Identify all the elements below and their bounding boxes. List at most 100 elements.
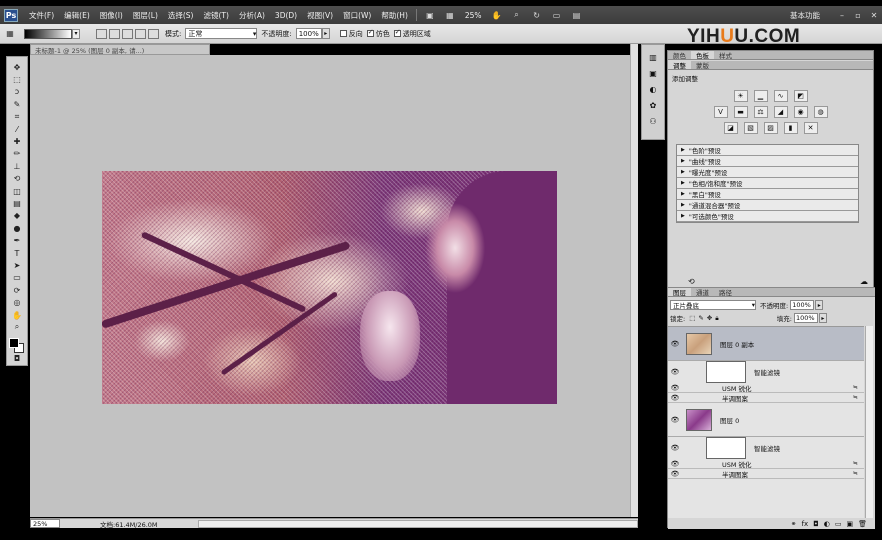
gradient-map-icon[interactable]: ▮ <box>783 122 798 134</box>
menu-view[interactable]: 视图(V) <box>302 10 338 21</box>
gradient-tool-icon[interactable]: ▦ <box>3 28 17 40</box>
filter-options-icon[interactable]: ≒ <box>853 384 858 391</box>
smart-filters-row[interactable]: 👁︎ 智能滤镜 <box>668 361 864 383</box>
preset-selective-color[interactable]: ▶ "可选颜色"预设 <box>677 211 858 222</box>
tab-paths[interactable]: 路径 <box>714 288 737 297</box>
eye-icon[interactable]: 👁︎ <box>668 394 682 402</box>
preset-channel-mixer[interactable]: ▶ "通道混合器"预设 <box>677 200 858 211</box>
tab-adjustments[interactable]: 调整 <box>668 61 691 70</box>
preset-black-white[interactable]: ▶ "黑白"预设 <box>677 189 858 200</box>
menu-edit[interactable]: 编辑(E) <box>59 10 95 21</box>
horizontal-scrollbar[interactable] <box>197 519 638 528</box>
navigator-panel-icon[interactable]: ▣ <box>646 67 660 79</box>
diamond-gradient-button[interactable] <box>148 28 159 39</box>
linear-gradient-button[interactable] <box>96 28 107 39</box>
preset-curves[interactable]: ▶ "曲线"预设 <box>677 156 858 167</box>
opacity-input[interactable]: 100% <box>295 28 322 39</box>
layer-style-icon[interactable]: fx <box>802 520 809 530</box>
preset-exposure[interactable]: ▶ "曝光度"预设 <box>677 167 858 178</box>
maximize-icon[interactable]: ▫ <box>852 10 864 21</box>
vertical-scrollbar[interactable] <box>630 44 638 517</box>
eye-icon[interactable]: 👁︎ <box>668 384 682 392</box>
screen-mode-icon[interactable]: ▭ <box>550 9 564 21</box>
opacity-arrow[interactable]: ▸ <box>321 28 330 39</box>
gradient-picker-arrow[interactable]: ▾ <box>72 28 80 39</box>
hue-saturation-icon[interactable]: ▬ <box>733 106 748 118</box>
new-layer-icon[interactable]: ▣ <box>846 520 853 530</box>
channel-mixer-icon[interactable]: ◍ <box>813 106 828 118</box>
threshold-icon[interactable]: ▨ <box>763 122 778 134</box>
clone-stamp-tool-icon[interactable]: ⊥ <box>10 161 24 171</box>
quick-mask-icon[interactable]: ◘ <box>10 354 24 364</box>
transparency-checkbox[interactable] <box>393 28 401 37</box>
layers-scrollbar[interactable] <box>865 326 873 518</box>
eye-icon[interactable]: 👁︎ <box>668 470 682 478</box>
eye-icon[interactable]: 👁︎ <box>668 368 682 376</box>
invert-icon[interactable]: ◪ <box>723 122 738 134</box>
filter-row[interactable]: 👁︎ 半调图案 ≒ <box>668 469 864 479</box>
tab-masks[interactable]: 蒙版 <box>691 61 714 70</box>
blur-tool-icon[interactable]: ◆ <box>10 211 24 221</box>
filter-row[interactable]: 👁︎ USM 锐化 ≒ <box>668 383 864 393</box>
lock-move-icon[interactable]: ✥ <box>707 314 712 322</box>
brightness-contrast-icon[interactable]: ☀ <box>733 90 748 102</box>
gradient-tool-button-icon[interactable]: ▤ <box>10 198 24 208</box>
color-swatches[interactable] <box>9 337 25 353</box>
3d-panel-icon[interactable]: ◐ <box>646 83 660 95</box>
vibrance-icon[interactable]: V <box>713 106 728 118</box>
photo-filter-icon[interactable]: ◉ <box>793 106 808 118</box>
eraser-tool-icon[interactable]: ◫ <box>10 186 24 196</box>
type-tool-icon[interactable]: T <box>10 248 24 258</box>
3d-rotate-tool-icon[interactable]: ⟳ <box>10 285 24 295</box>
radial-gradient-button[interactable] <box>109 28 120 39</box>
arrange-icon[interactable]: ▦ <box>443 9 457 21</box>
document-tab[interactable]: 未标题-1 @ 25% (图层 0 副本, 请...) <box>30 44 210 55</box>
lock-brush-icon[interactable]: ✎ <box>698 314 703 322</box>
eyedropper-tool-icon[interactable]: ⁄ <box>10 124 24 134</box>
eye-icon[interactable]: 👁︎ <box>668 340 682 348</box>
pen-tool-icon[interactable]: ✒ <box>10 235 24 245</box>
minimize-icon[interactable]: – <box>836 10 848 21</box>
preset-levels[interactable]: ▶ "色阶"预设 <box>677 145 858 156</box>
exposure-icon[interactable]: ◩ <box>793 90 808 102</box>
add-mask-icon[interactable]: ◘ <box>813 520 819 530</box>
foreground-color-swatch[interactable] <box>9 337 19 348</box>
color-balance-icon[interactable]: ⚖ <box>753 106 768 118</box>
bridge-icon[interactable]: ▣ <box>423 9 437 21</box>
layer-row[interactable]: 👁︎ 图层 0 副本 <box>668 327 864 361</box>
menu-3d[interactable]: 3D(D) <box>270 11 302 20</box>
lasso-tool-icon[interactable]: ↄ <box>10 87 24 97</box>
eye-icon[interactable]: 👁︎ <box>668 444 682 452</box>
path-select-tool-icon[interactable]: ➤ <box>10 260 24 270</box>
quick-select-tool-icon[interactable]: ✎ <box>10 99 24 109</box>
shape-tool-icon[interactable]: ▭ <box>10 273 24 283</box>
hand-icon[interactable]: ✋ <box>490 9 504 21</box>
history-brush-tool-icon[interactable]: ⟲ <box>10 174 24 184</box>
layer-row[interactable]: 👁︎ 图层 0 <box>668 403 864 437</box>
blend-mode-select[interactable]: 正片叠底 ▾ <box>670 300 756 310</box>
reverse-checkbox[interactable] <box>339 30 347 37</box>
brush-tool-icon[interactable]: ✏ <box>10 149 24 159</box>
link-layers-icon[interactable]: ⚭ <box>791 520 797 530</box>
layer-opacity-arrow[interactable]: ▸ <box>815 300 824 310</box>
layer-opacity-input[interactable]: 100% <box>790 300 815 310</box>
doc-info[interactable]: 文档:61.4M/26.0M <box>100 519 158 529</box>
tab-styles[interactable]: 样式 <box>714 51 737 60</box>
black-white-icon[interactable]: ◢ <box>773 106 788 118</box>
app-logo[interactable]: Ps <box>4 8 18 22</box>
halftone-portrait-image[interactable] <box>102 171 557 404</box>
close-icon[interactable]: ✕ <box>868 10 880 21</box>
tab-swatches[interactable]: 色板 <box>691 51 714 60</box>
tab-layers[interactable]: 图层 <box>668 288 691 297</box>
filter-options-icon[interactable]: ≒ <box>853 470 858 477</box>
preset-hue-saturation[interactable]: ▶ "色相/饱和度"预设 <box>677 178 858 189</box>
new-group-icon[interactable]: ▭ <box>835 520 842 530</box>
clone-source-panel-icon[interactable]: ⚇ <box>646 115 660 127</box>
menu-file[interactable]: 文件(F) <box>24 10 59 21</box>
eye-icon[interactable]: 👁︎ <box>668 460 682 468</box>
menu-analysis[interactable]: 分析(A) <box>234 10 270 21</box>
menu-help[interactable]: 帮助(H) <box>376 10 413 21</box>
fill-input[interactable]: 100% <box>793 313 818 323</box>
reflected-gradient-button[interactable] <box>135 28 146 39</box>
tab-channels[interactable]: 通道 <box>691 288 714 297</box>
